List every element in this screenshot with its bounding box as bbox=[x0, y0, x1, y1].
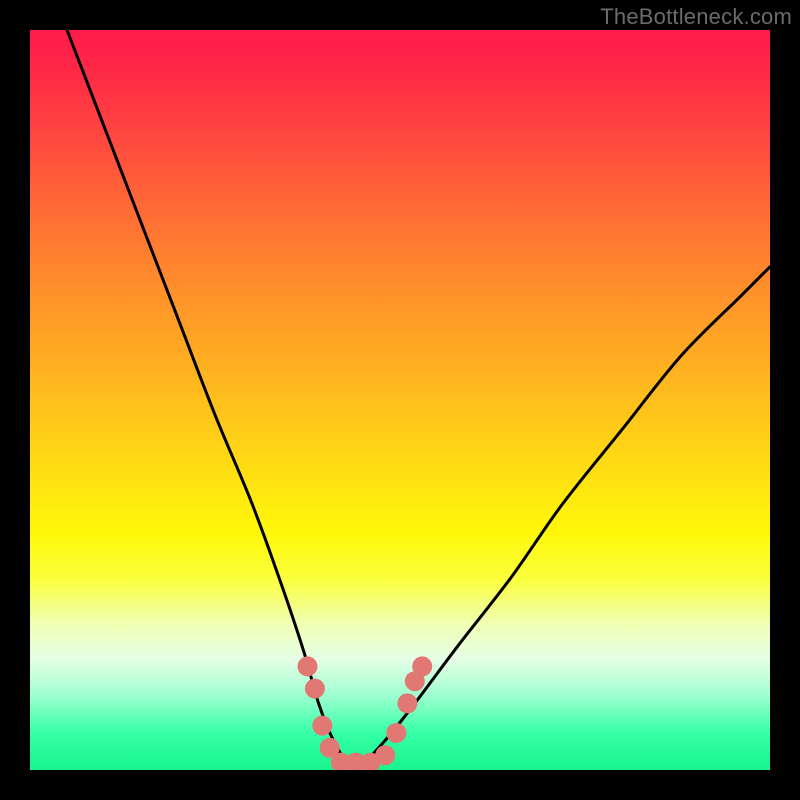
highlight-marker bbox=[412, 656, 432, 676]
bottleneck-curve bbox=[67, 30, 770, 765]
chart-svg bbox=[30, 30, 770, 770]
highlight-marker bbox=[312, 716, 332, 736]
highlight-marker bbox=[298, 656, 318, 676]
highlight-marker bbox=[397, 693, 417, 713]
highlight-marker bbox=[386, 723, 406, 743]
chart-plot-area bbox=[30, 30, 770, 770]
chart-frame: TheBottleneck.com bbox=[0, 0, 800, 800]
highlight-marker bbox=[375, 745, 395, 765]
highlight-marker bbox=[305, 679, 325, 699]
watermark-text: TheBottleneck.com bbox=[600, 4, 792, 30]
highlight-markers bbox=[298, 656, 433, 770]
